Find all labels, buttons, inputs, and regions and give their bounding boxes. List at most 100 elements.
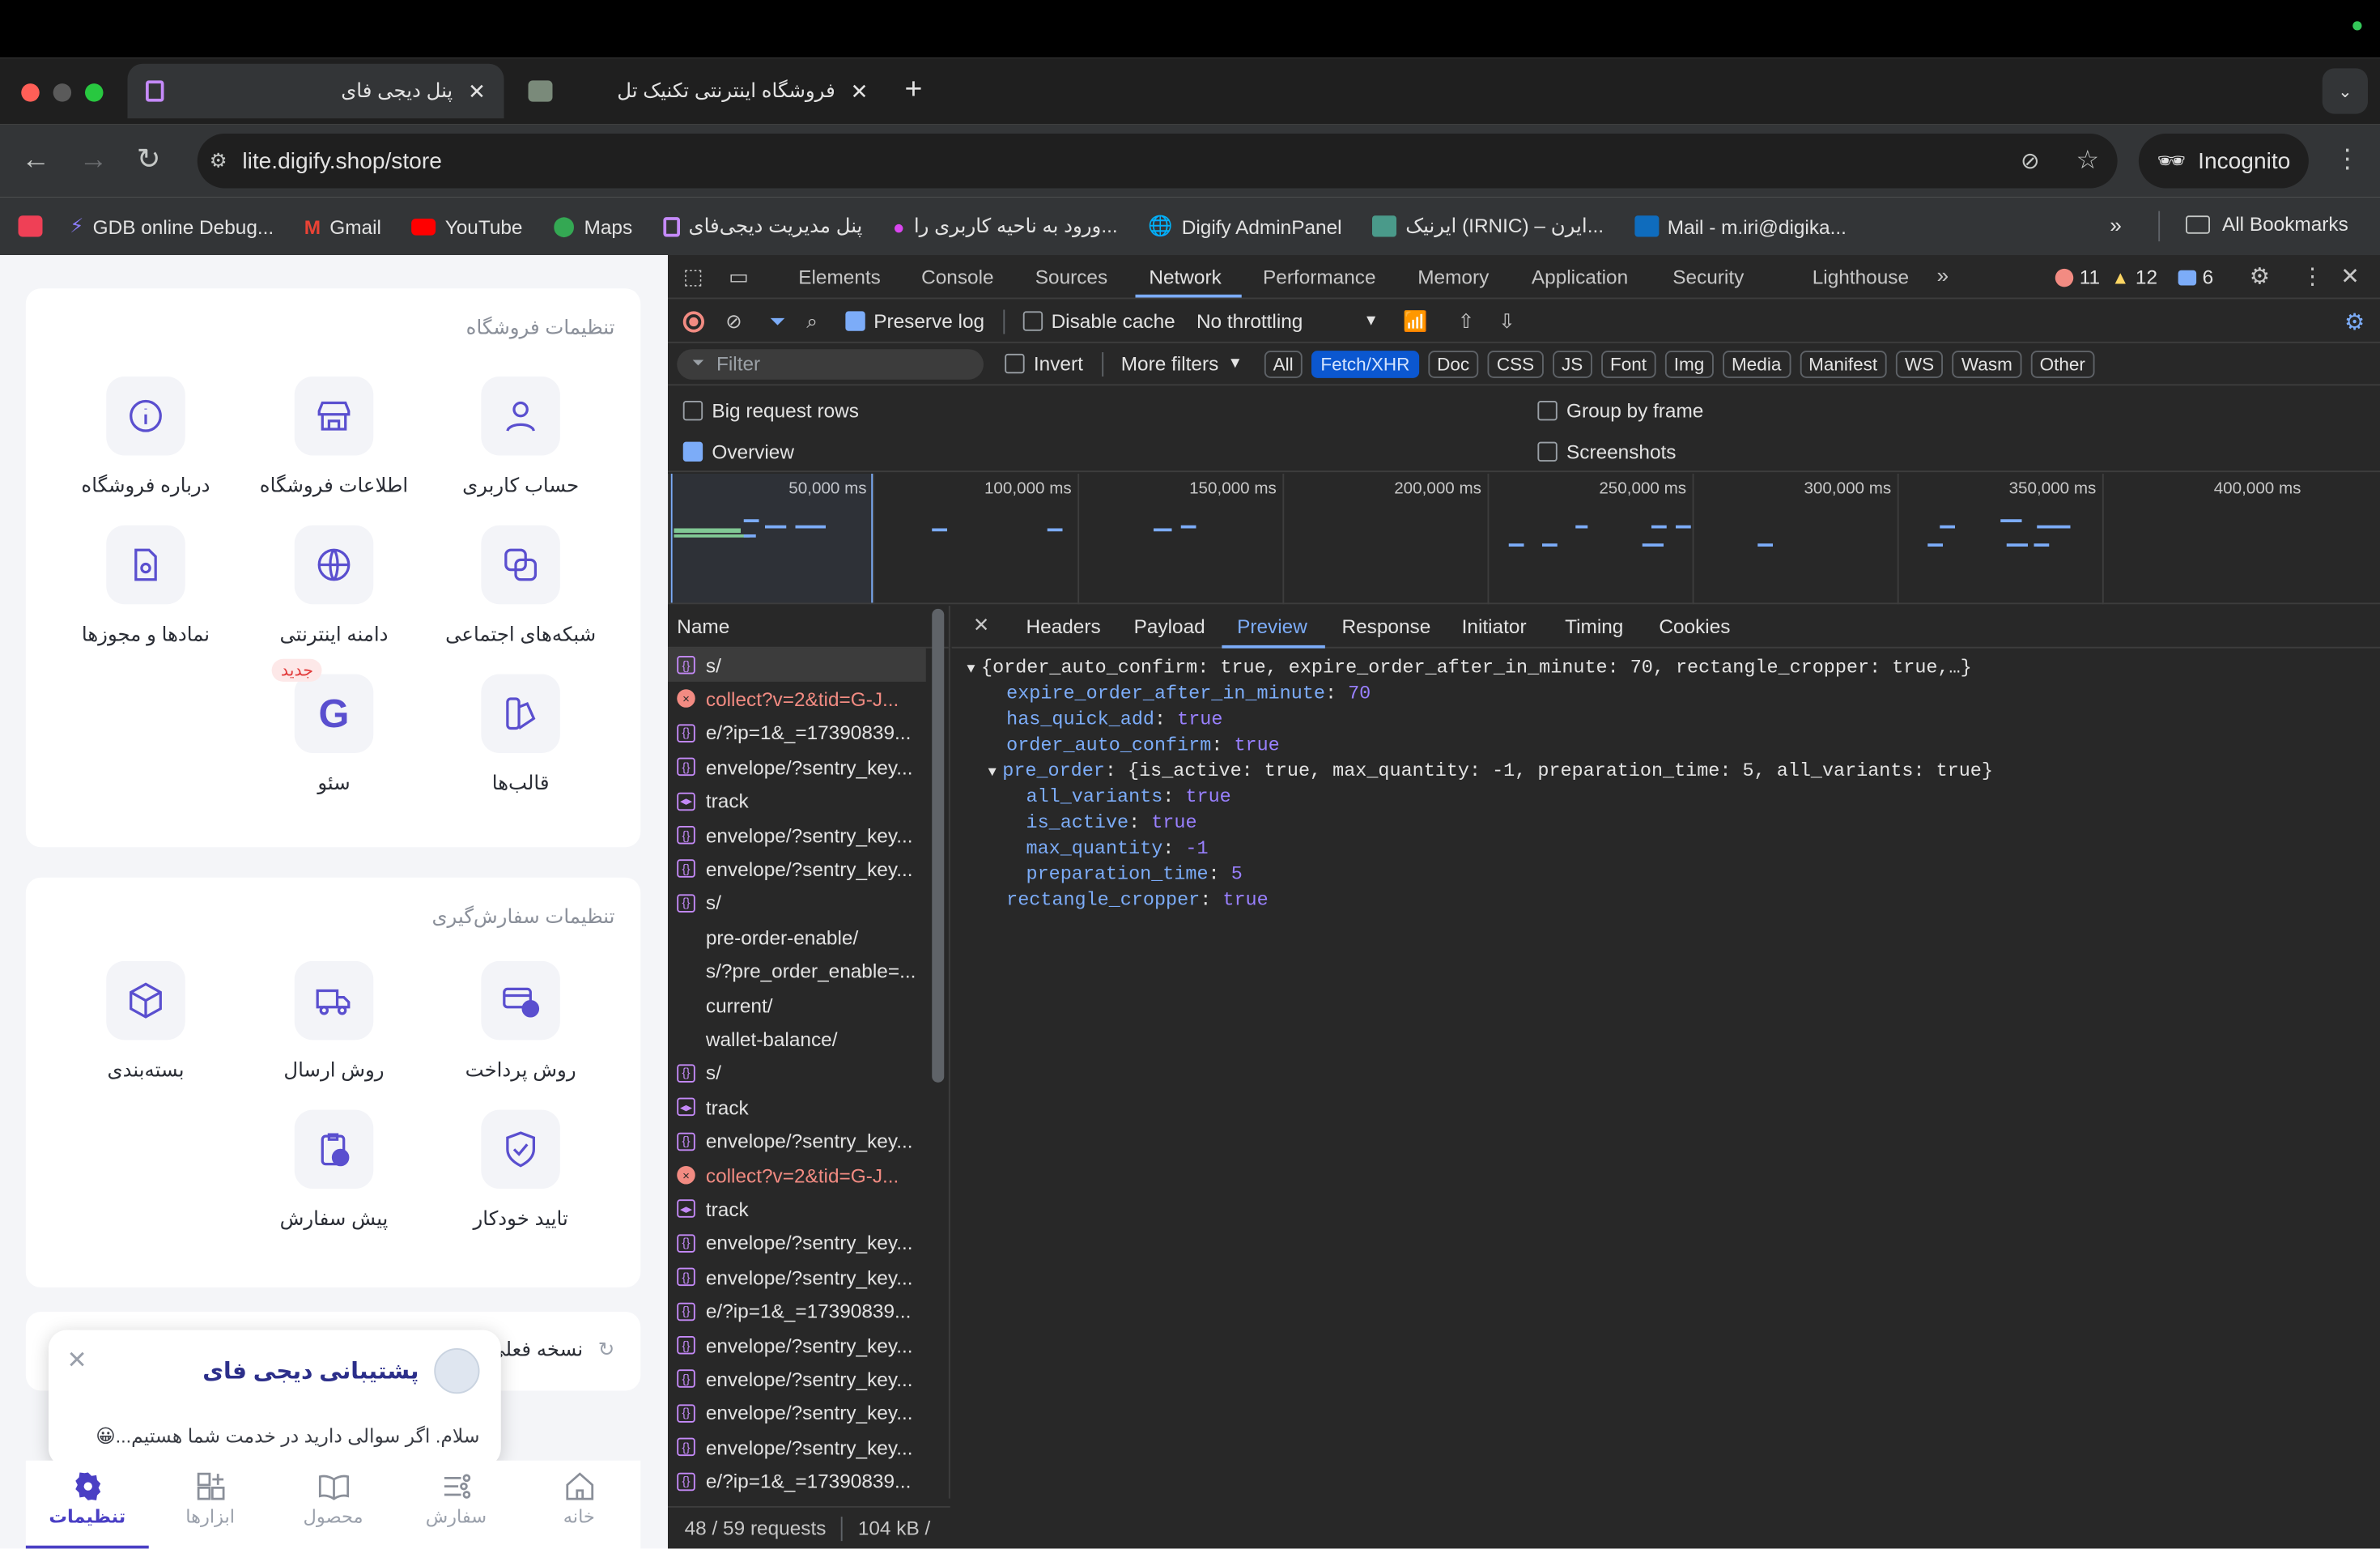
close-window-button[interactable] — [21, 83, 40, 102]
inspect-element-icon[interactable]: ⬚ — [683, 264, 703, 290]
bookmark-item[interactable]: ⚡ GDB online Debug... — [70, 214, 274, 238]
social-networks-tile[interactable]: شبکه‌های اجتماعی — [437, 525, 604, 647]
clear-icon[interactable]: ⊘ — [725, 309, 742, 334]
screenshots-checkbox[interactable]: Screenshots — [1537, 440, 1676, 463]
request-row[interactable]: {} envelope/?sentry_key... — [668, 1227, 926, 1260]
account-tile[interactable]: حساب کاربری — [437, 377, 604, 498]
big-request-rows-checkbox[interactable]: Big request rows — [682, 399, 859, 422]
domain-tile[interactable]: دامنه اینترنتی — [250, 525, 417, 647]
request-row[interactable]: s/?pre_order_enable=... — [668, 955, 926, 988]
pre-order-tile[interactable]: پیش سفارش — [250, 1109, 417, 1232]
eye-off-icon[interactable]: ⊘ — [2021, 147, 2040, 175]
tab-application[interactable]: Application — [1532, 266, 1628, 288]
forward-arrow-icon[interactable]: → — [79, 144, 108, 177]
request-row[interactable]: ◂▸ track — [668, 785, 926, 818]
request-row[interactable]: {} envelope/?sentry_key... — [668, 1431, 926, 1464]
tab-response[interactable]: Response — [1342, 615, 1431, 637]
minimize-window-button[interactable] — [53, 83, 72, 102]
request-row[interactable]: {} s/ — [668, 887, 926, 920]
tab-digify-panel[interactable]: پنل دیجی فای ✕ — [127, 63, 504, 119]
tab-headers[interactable]: Headers — [1026, 615, 1101, 637]
nav-products[interactable]: محصول — [272, 1461, 395, 1549]
request-row[interactable]: {} e/?ip=1&_=17390839... — [668, 717, 926, 750]
message-count[interactable]: 6 — [2178, 266, 2213, 288]
incognito-badge[interactable]: 🕶 Incognito — [2138, 134, 2309, 189]
overview-checkbox[interactable]: Overview — [682, 440, 794, 463]
preview-root[interactable]: ▼ {order_auto_confirm: true, expire_order… — [967, 657, 1971, 679]
request-row[interactable]: {} envelope/?sentry_key... — [668, 751, 926, 784]
all-bookmarks[interactable]: All Bookmarks — [2186, 213, 2348, 236]
tab-network[interactable]: Network — [1149, 266, 1221, 288]
close-details-icon[interactable]: ✕ — [973, 614, 989, 638]
bookmark-star-icon[interactable]: ☆ — [2076, 146, 2100, 177]
request-row[interactable]: {} envelope/?sentry_key... — [668, 1397, 926, 1430]
throttling-select[interactable]: No throttling ▼ — [1196, 310, 1379, 333]
reload-icon[interactable]: ↻ — [137, 143, 161, 177]
request-row[interactable]: {} envelope/?sentry_key... — [668, 1329, 926, 1362]
request-row[interactable]: × collect?v=2&tid=G-J... — [668, 683, 926, 716]
error-count[interactable]: 11 — [2055, 266, 2100, 288]
close-devtools-icon[interactable]: ✕ — [2340, 262, 2360, 290]
request-row[interactable]: ◂▸ track — [668, 1091, 926, 1124]
bookmark-item[interactable]: 🌐 Digify AdminPanel — [1148, 214, 1341, 238]
type-filter-doc[interactable]: Doc — [1427, 350, 1479, 377]
request-row[interactable]: {} envelope/?sentry_key... — [668, 853, 926, 886]
preserve-log-checkbox[interactable]: Preserve log — [844, 310, 984, 333]
tab-memory[interactable]: Memory — [1417, 266, 1489, 288]
preview-pre-order[interactable]: ▼ pre_order: {is_active: true, max_quanti… — [988, 760, 1993, 781]
filter-input[interactable]: ⏷ Filter — [677, 348, 984, 379]
browser-menu-icon[interactable]: ⋮ — [2335, 144, 2361, 175]
pocket-icon[interactable] — [18, 215, 43, 237]
timeline-overview[interactable]: 50,000 ms 100,000 ms 150,000 ms 200,000 … — [668, 474, 2380, 605]
store-info-tile[interactable]: اطلاعات فروشگاه — [250, 377, 417, 498]
import-har-icon[interactable]: ⇧ — [1458, 309, 1474, 334]
more-filters-dropdown[interactable]: More filters ▼ — [1121, 352, 1243, 375]
type-filter-other[interactable]: Other — [2030, 350, 2095, 377]
licenses-tile[interactable]: نمادها و مجوزها — [62, 525, 229, 647]
request-row[interactable]: {} envelope/?sentry_key... — [668, 819, 926, 852]
address-bar[interactable]: ⚙ lite.digify.shop/store ⊘ ☆ — [197, 134, 2118, 189]
type-filter-css[interactable]: CSS — [1487, 350, 1544, 377]
nav-tools[interactable]: ابزارها — [149, 1461, 272, 1549]
record-icon[interactable] — [682, 310, 704, 332]
support-chat-popup[interactable]: ✕ پشتیبانی دیجی فای سلام. اگر سوالی داری… — [49, 1330, 501, 1467]
type-filter-wasm[interactable]: Wasm — [1952, 350, 2022, 377]
tab-sources[interactable]: Sources — [1035, 266, 1107, 288]
tab-payload[interactable]: Payload — [1134, 615, 1205, 637]
close-tab-icon[interactable]: ✕ — [468, 79, 486, 104]
request-row[interactable]: {} envelope/?sentry_key... — [668, 1261, 926, 1294]
request-row[interactable]: {} e/?ip=1&_=17390839... — [668, 1465, 926, 1498]
request-row[interactable]: {} s/ — [668, 648, 926, 682]
tab-timing[interactable]: Timing — [1565, 615, 1623, 637]
network-settings-icon[interactable]: ⚙ — [2344, 308, 2365, 335]
request-row[interactable]: {} s/ — [668, 1057, 926, 1090]
group-by-frame-checkbox[interactable]: Group by frame — [1537, 399, 1703, 422]
nav-settings[interactable]: تنظیمات — [25, 1461, 149, 1549]
more-tabs-icon[interactable]: » — [1937, 262, 1949, 287]
tab-elements[interactable]: Elements — [798, 266, 881, 288]
packaging-tile[interactable]: بسته‌بندی — [62, 960, 229, 1083]
network-conditions-icon[interactable]: 📶 — [1403, 309, 1427, 334]
bookmark-item[interactable]: YouTube — [411, 215, 522, 237]
themes-tile[interactable]: قالب‌ها — [437, 674, 604, 796]
auto-confirm-tile[interactable]: تایید خودکار — [437, 1109, 604, 1232]
scrollbar[interactable] — [932, 608, 945, 1083]
invert-checkbox[interactable]: Invert — [1005, 352, 1083, 375]
nav-home[interactable]: خانه — [517, 1461, 640, 1549]
export-har-icon[interactable]: ⇩ — [1498, 309, 1515, 334]
maximize-window-button[interactable] — [85, 83, 104, 102]
request-row[interactable]: current/ — [668, 989, 926, 1022]
tab-search-chevron-icon[interactable]: ⌄ — [2322, 68, 2368, 114]
type-filter-img[interactable]: Img — [1664, 350, 1714, 377]
request-row[interactable]: × collect?v=2&tid=G-J... — [668, 1159, 926, 1192]
payment-method-tile[interactable]: روش پرداخت — [437, 960, 604, 1083]
bookmark-item[interactable]: ایرنیک (IRNIC) – ایرن... — [1372, 214, 1604, 238]
bookmark-item[interactable]: پنل مدیریت دیجی‌فای — [662, 214, 862, 238]
bookmark-item[interactable]: M Gmail — [304, 215, 381, 237]
close-icon[interactable]: ✕ — [67, 1345, 87, 1376]
search-icon[interactable]: ⌕ — [806, 309, 818, 334]
request-row[interactable]: {} envelope/?sentry_key... — [668, 1125, 926, 1158]
type-filter-font[interactable]: Font — [1600, 350, 1656, 377]
type-filter-media[interactable]: Media — [1722, 350, 1791, 377]
device-toolbar-icon[interactable]: ▭ — [729, 264, 749, 290]
